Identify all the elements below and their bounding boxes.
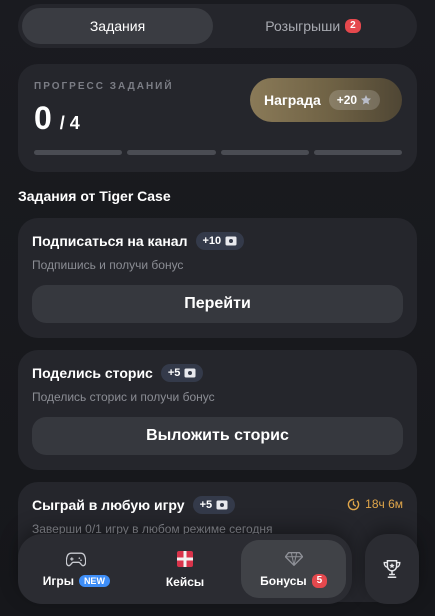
- progress-completed: 0: [34, 100, 52, 136]
- reward-value: +20: [336, 93, 358, 107]
- ticket-icon: [184, 368, 196, 378]
- new-badge: NEW: [78, 574, 110, 587]
- task-description: Подпишись и получи бонус: [32, 258, 184, 272]
- tab-bar: Задания Розыгрыши 2: [18, 4, 417, 48]
- task-title-row: Сыграй в любую игру +5: [32, 496, 236, 514]
- task-title-row: Подписаться на канал +10: [32, 232, 245, 250]
- nav-bonuses-label: Бонусы: [260, 573, 307, 588]
- nav-cases[interactable]: Кейсы: [133, 540, 238, 598]
- xp-badge: +10: [195, 232, 245, 250]
- xp-value: +5: [199, 499, 213, 511]
- progress-segments: [34, 150, 402, 155]
- reward-button[interactable]: Награда +20: [250, 78, 402, 122]
- bottom-nav: Игры NEW Кейсы Бонусы 5: [18, 534, 352, 604]
- diamond-icon: [284, 551, 303, 567]
- go-button[interactable]: Перейти: [32, 285, 403, 323]
- nav-bonuses[interactable]: Бонусы 5: [241, 540, 347, 598]
- tab-raffles[interactable]: Розыгрыши 2: [213, 8, 413, 44]
- bonuses-count-badge: 5: [311, 573, 328, 588]
- task-title: Подписаться на канал: [32, 233, 188, 249]
- nav-games-label-row: Игры NEW: [43, 574, 110, 588]
- raffles-count-badge: 2: [345, 19, 361, 33]
- trophy-icon: [381, 558, 403, 580]
- task-title-row: Поделись сторис +5: [32, 364, 204, 382]
- task-title: Поделись сторис: [32, 365, 153, 381]
- xp-value: +10: [202, 235, 222, 247]
- tab-tasks[interactable]: Задания: [22, 8, 213, 44]
- ticket-icon: [225, 236, 237, 246]
- progress-segment: [313, 150, 402, 155]
- tab-raffles-label: Розыгрыши: [265, 18, 341, 34]
- tab-tasks-label: Задания: [89, 18, 146, 34]
- progress-count: 0 / 4: [34, 100, 80, 137]
- xp-value: +5: [167, 367, 181, 379]
- progress-card: ПРОГРЕСС ЗАДАНИЙ 0 / 4 Награда +20: [18, 64, 417, 172]
- reward-pill: +20: [328, 90, 381, 110]
- task-timer: 18ч 6м: [347, 497, 403, 511]
- post-story-button[interactable]: Выложить сторис: [32, 417, 403, 455]
- task-description: Поделись сторис и получи бонус: [32, 390, 215, 404]
- nav-games[interactable]: Игры NEW: [24, 540, 129, 598]
- tasks-page: Задания Розыгрыши 2 ПРОГРЕСС ЗАДАНИЙ 0 /…: [0, 0, 435, 616]
- nav-games-label: Игры: [42, 573, 74, 588]
- gift-box-icon: [176, 550, 194, 568]
- star-icon: [360, 94, 372, 106]
- reward-label: Награда: [264, 92, 321, 108]
- task-card-subscribe: Подписаться на канал +10 Подпишись и пол…: [18, 218, 417, 338]
- nav-cases-label: Кейсы: [165, 574, 205, 589]
- progress-segment: [34, 150, 123, 155]
- timer-value: 18ч 6м: [365, 497, 403, 511]
- gamepad-icon: [66, 551, 87, 567]
- task-card-story: Поделись сторис +5 Поделись сторис и пол…: [18, 350, 417, 470]
- xp-badge: +5: [192, 496, 236, 514]
- progress-label: ПРОГРЕСС ЗАДАНИЙ: [34, 81, 174, 92]
- xp-badge: +5: [160, 364, 204, 382]
- leaderboard-button[interactable]: [365, 534, 419, 604]
- ticket-icon: [216, 500, 228, 510]
- timer-icon: [347, 498, 360, 511]
- task-title: Сыграй в любую игру: [32, 497, 185, 513]
- nav-bonuses-label-row: Бонусы 5: [260, 573, 328, 588]
- progress-segment: [220, 150, 309, 155]
- progress-total: / 4: [59, 113, 80, 133]
- section-title: Задания от Tiger Case: [18, 188, 171, 204]
- progress-segment: [127, 150, 216, 155]
